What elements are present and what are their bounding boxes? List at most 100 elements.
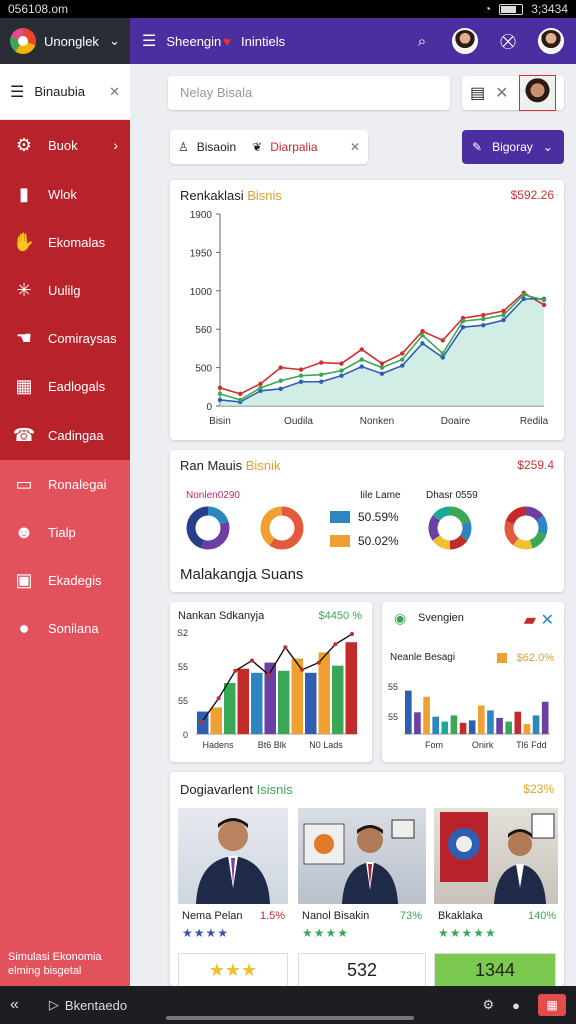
edit-icon: ✎ bbox=[472, 140, 483, 154]
sidebar-item-sonilana[interactable]: ● Sonilana bbox=[0, 604, 130, 652]
chevron-down-icon: ⌄ bbox=[109, 33, 120, 48]
record-icon[interactable]: ● bbox=[512, 998, 520, 1013]
data-point bbox=[400, 357, 405, 362]
x-tick-label: Bt6 Blk bbox=[258, 740, 287, 750]
hamburger-icon[interactable]: ☰ bbox=[10, 82, 24, 102]
person-photo[interactable] bbox=[434, 808, 558, 904]
data-point bbox=[379, 361, 385, 366]
rating-stars: ★★★★ bbox=[182, 926, 230, 940]
trend-point bbox=[233, 668, 238, 673]
bar bbox=[532, 715, 540, 734]
sidebar-item-ekomalas[interactable]: ✋ Ekomalas bbox=[0, 218, 130, 266]
data-point bbox=[278, 386, 283, 392]
settings-icon[interactable]: ⚙ bbox=[482, 997, 494, 1013]
data-point bbox=[238, 391, 243, 397]
bar bbox=[514, 711, 522, 734]
search-icon[interactable]: ⌕ bbox=[410, 29, 434, 53]
cart-icon[interactable]: ⛒ bbox=[496, 29, 520, 53]
app-logo-icon bbox=[10, 28, 36, 54]
search-input[interactable]: Nelay Bisala bbox=[168, 76, 450, 110]
sidebar-item-label: Ronalegai bbox=[48, 476, 107, 492]
sidebar-item-eadlogals[interactable]: ▦ Eadlogals bbox=[0, 362, 130, 410]
sidebar-item-label: Wlok bbox=[48, 186, 77, 202]
sidebar-item-wlok[interactable]: ▮ Wlok bbox=[0, 170, 130, 218]
profile-avatar[interactable] bbox=[538, 28, 564, 54]
close-icon[interactable]: ✕ bbox=[350, 140, 360, 154]
wifi-icon: ◔ bbox=[484, 2, 492, 16]
app-switcher[interactable]: Unonglek ⌄ bbox=[0, 18, 130, 64]
grid-button[interactable]: ▦ bbox=[538, 994, 566, 1016]
bar bbox=[332, 665, 344, 734]
person-photo[interactable] bbox=[178, 808, 288, 904]
line-chart: 0 500 560 1000 1950 1900 Bisin Oudila Nonken Doai… bbox=[190, 210, 549, 427]
trend-point bbox=[266, 672, 271, 677]
bar bbox=[305, 672, 317, 734]
sidebar-item-uulilg[interactable]: ✳ Uulilg bbox=[0, 266, 130, 314]
bag-icon: ▮ bbox=[19, 183, 29, 204]
header-title: Sheengin bbox=[166, 33, 222, 49]
sidebar-item-ronalegai[interactable]: ▭ Ronalegai bbox=[0, 460, 130, 508]
sidebar-item-ekadegis[interactable]: ▣ Ekadegis bbox=[0, 556, 130, 604]
x-tick-label: Bisin bbox=[209, 416, 231, 427]
app-name: Unonglek bbox=[44, 33, 99, 49]
person-photo[interactable] bbox=[298, 808, 426, 904]
play-icon[interactable]: ▷ bbox=[49, 997, 59, 1013]
bar-chart: 0 55 55 S2 Hadens Bt6 Blk N0 Lads bbox=[177, 628, 358, 750]
x-tick-label: Hadens bbox=[202, 740, 234, 750]
y-tick-label: 1000 bbox=[190, 287, 213, 298]
data-point bbox=[258, 385, 263, 391]
bar-chart: 55 55 Fom Onirk Tl6 Fdd bbox=[388, 682, 550, 750]
sidebar-footer: Simulasi Ekonomia elming bisgetal bbox=[8, 950, 102, 978]
y-tick-label: 500 bbox=[195, 364, 212, 375]
x-tick-label: Redila bbox=[520, 416, 549, 427]
data-point bbox=[481, 322, 486, 328]
bar bbox=[237, 668, 249, 734]
user-icon: ♙ bbox=[178, 140, 189, 154]
data-point bbox=[319, 372, 324, 377]
grid-icon: ▦ bbox=[15, 375, 33, 396]
sidebar-secondary-group: ▭ Ronalegai ☻ Tialp ▣ Ekadegis ● Sonilana bbox=[0, 460, 130, 988]
sidebar-item-buok[interactable]: ⚙ Buok › bbox=[0, 120, 130, 170]
sidebar-item-cadingaa[interactable]: ☎ Cadingaa bbox=[0, 410, 130, 460]
data-point bbox=[400, 351, 405, 356]
primary-button[interactable]: ✎ Bigoray ⌄ bbox=[462, 130, 564, 164]
data-point bbox=[359, 347, 364, 352]
mini-stat-highlight: 1344 bbox=[434, 953, 556, 987]
y-tick-label: 55 bbox=[178, 696, 188, 706]
y-tick-label: 55 bbox=[388, 712, 398, 722]
home-indicator[interactable] bbox=[166, 1016, 414, 1020]
sidebar-item-tialp[interactable]: ☻ Tialp bbox=[0, 508, 130, 556]
status-time: 056108.om bbox=[8, 2, 69, 16]
book-icon[interactable]: ▤ bbox=[470, 83, 485, 103]
bar bbox=[318, 652, 330, 734]
wallet-icon: ▣ bbox=[15, 569, 33, 590]
profile-photo bbox=[518, 75, 556, 111]
data-point bbox=[541, 297, 547, 303]
sidebar-item-label: Comiraysas bbox=[48, 330, 117, 346]
data-point bbox=[379, 365, 385, 370]
gear-icon: ⚙ bbox=[15, 134, 33, 155]
mini-rating: ★★★ bbox=[178, 953, 288, 987]
close-icon[interactable]: ✕ bbox=[109, 84, 120, 100]
leaf-icon: ❦ bbox=[252, 140, 263, 154]
close-icon[interactable]: ✕ bbox=[495, 83, 508, 103]
person-name: Nanol Bisakin bbox=[302, 910, 370, 922]
filter-chip-label: Bisaoin bbox=[196, 140, 237, 154]
data-point bbox=[521, 292, 526, 298]
data-point bbox=[440, 355, 445, 360]
data-point bbox=[278, 365, 283, 370]
data-point bbox=[440, 351, 445, 356]
filter-chip[interactable]: ♙ Bisaoin ❦ Diarpalia ✕ bbox=[170, 130, 368, 164]
bar bbox=[278, 670, 290, 734]
person-percent: 140% bbox=[528, 910, 557, 922]
sidebar-footer-line: Simulasi Ekonomia bbox=[8, 951, 102, 963]
sidebar-item-comiraysas[interactable]: ☚ Comiraysas bbox=[0, 314, 130, 362]
user-avatar[interactable] bbox=[452, 28, 478, 54]
menu-icon[interactable]: ☰ bbox=[142, 31, 156, 51]
profile-picker[interactable]: ▤ ✕ bbox=[462, 75, 564, 111]
back-icon[interactable]: « bbox=[10, 996, 19, 1014]
x-tick-label: Nonken bbox=[360, 416, 394, 427]
sidebar-primary-group: ⚙ Buok › ▮ Wlok ✋ Ekomalas ✳ Uulilg ☚ Comirays… bbox=[0, 120, 130, 460]
x-tick-label: Fom bbox=[425, 740, 443, 750]
data-point bbox=[217, 385, 223, 391]
